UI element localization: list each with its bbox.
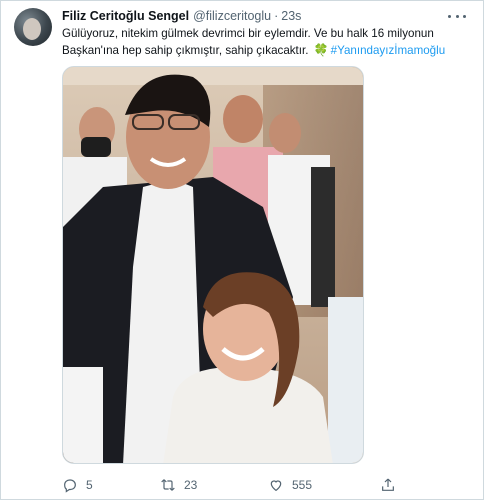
like-button[interactable]: 555 [268,476,312,494]
avatar-face [23,18,41,40]
tweet-text-line-2-body: Başkan'ına hep sahip çıkmıştır, sahip çı… [62,44,309,57]
reply-button[interactable]: 5 [62,476,93,494]
hashtag-link[interactable]: #Yanındayızİmamoğlu [331,44,446,57]
photo-illustration [63,67,363,463]
separator-dot: · [274,9,279,23]
retweet-icon [161,479,175,491]
like-count: 555 [292,478,313,492]
avatar[interactable] [14,8,52,46]
tweet-actions: 5 23 555 [62,476,472,494]
tweet-text-line-2: Başkan'ına hep sahip çıkmıştır, sahip çı… [62,42,472,59]
heart-icon [270,480,282,492]
tweet-text: Gülüyoruz, nitekim gülmek devrimci bir e… [62,26,472,59]
retweet-button[interactable]: 23 [160,476,197,494]
share-icon [382,478,394,491]
tweet[interactable]: Filiz Ceritoğlu Sengel @filizceritoglu ·… [0,0,484,500]
tweet-text-line-1: Gülüyoruz, nitekim gülmek devrimci bir e… [62,27,434,40]
retweet-count: 23 [184,478,198,492]
tweet-header: Filiz Ceritoğlu Sengel @filizceritoglu ·… [62,8,454,24]
share-button[interactable] [380,476,404,494]
more-icon[interactable] [448,9,466,23]
timestamp[interactable]: 23s [281,9,301,23]
reply-icon [64,479,76,493]
display-name[interactable]: Filiz Ceritoğlu Sengel [62,9,189,23]
user-handle[interactable]: @filizceritoglu [193,9,271,23]
clover-emoji-icon: 🍀 [313,43,329,57]
reply-count: 5 [86,478,93,492]
tweet-photo[interactable] [62,66,364,464]
